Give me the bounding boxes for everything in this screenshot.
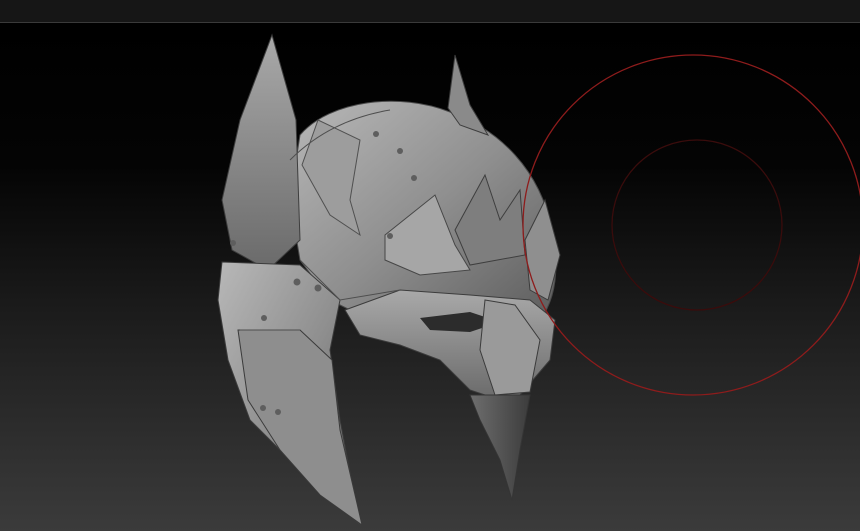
viewport-svg <box>217 33 860 527</box>
helmet-model[interactable] <box>217 33 561 527</box>
left-horn <box>221 33 301 271</box>
neck-guard <box>237 329 363 527</box>
brush-outer-ring <box>522 54 860 396</box>
3d-viewport-canvas[interactable] <box>0 23 860 531</box>
chin-spike <box>469 394 531 501</box>
top-toolbar-strip <box>0 0 860 23</box>
brush-inner-ring <box>611 139 783 311</box>
brush-cursor <box>522 54 860 396</box>
